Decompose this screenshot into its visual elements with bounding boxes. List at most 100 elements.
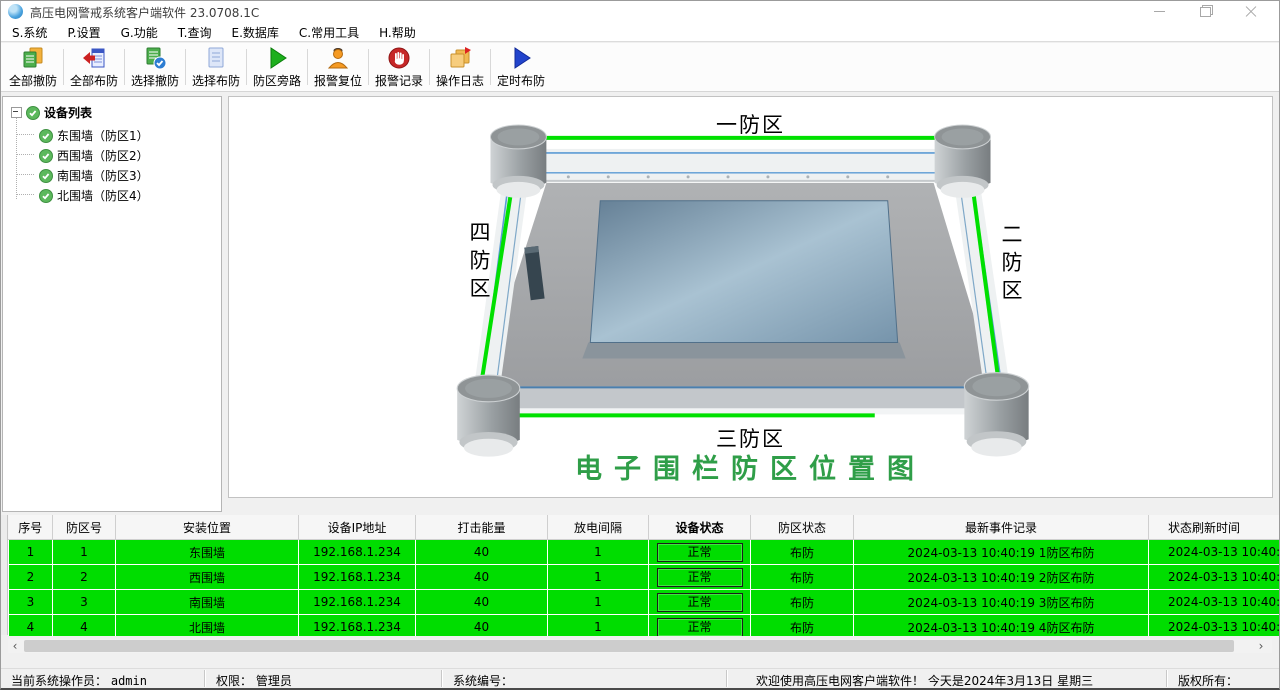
form-arm-all-icon xyxy=(81,46,107,71)
disarm-all-button[interactable]: 全部撤防 xyxy=(4,43,62,91)
menu-item-settings[interactable]: P.设置 xyxy=(57,24,110,41)
operator-value: admin xyxy=(111,674,147,688)
alarm-records-button[interactable]: 报警记录 xyxy=(370,43,428,91)
menu-item-database[interactable]: E.数据库 xyxy=(221,24,288,41)
col-header-0[interactable]: 序号 xyxy=(9,515,53,540)
check-circle-icon xyxy=(39,189,53,203)
col-header-2[interactable]: 安装位置 xyxy=(116,515,299,540)
table-cell: 西围墙 xyxy=(116,565,299,590)
device-tree-panel: 设备列表 东围墙（防区1） 西围墙（防区2） 南围墙（防区3） 北围墙（防区4） xyxy=(2,96,222,512)
table-cell: 4 xyxy=(9,615,53,637)
table-cell: 2 xyxy=(53,565,116,590)
restore-button[interactable] xyxy=(1182,0,1228,23)
copyright-label: 版权所有： xyxy=(1178,672,1238,689)
minimize-icon xyxy=(1154,11,1165,12)
device-status-box: 正常 xyxy=(657,568,743,587)
table-row[interactable]: 22西围墙192.168.1.234401正常布防2024-03-13 10:4… xyxy=(9,565,1280,590)
table-cell: 2024-03-13 10:40:1 xyxy=(1149,540,1280,565)
permission-label: 权限： 管理员 xyxy=(216,672,292,689)
col-header-5[interactable]: 放电间隔 xyxy=(548,515,649,540)
table-row[interactable]: 33南围墙192.168.1.234401正常布防2024-03-13 10:4… xyxy=(9,590,1280,615)
timed-arm-button[interactable]: 定时布防 xyxy=(492,43,550,91)
col-header-9[interactable]: 状态刷新时间 xyxy=(1149,515,1280,540)
tree-item-label: 东围墙（防区1） xyxy=(57,127,149,144)
toolbar-separator xyxy=(368,49,369,85)
table-cell: 4 xyxy=(53,615,116,637)
fence-diagram-panel: 一防区 二防区 三防区 四防区 电子围栏防区位置图 xyxy=(228,96,1273,498)
device-status-box: 正常 xyxy=(657,593,743,612)
toolbar-separator xyxy=(124,49,125,85)
device-status-box: 正常 xyxy=(657,543,743,562)
col-header-3[interactable]: 设备IP地址 xyxy=(299,515,416,540)
table-cell: 2024-03-13 10:40:19 2防区布防 xyxy=(854,565,1149,590)
select-arm-button[interactable]: 选择布防 xyxy=(187,43,245,91)
scrollbar-thumb[interactable] xyxy=(24,640,1234,652)
table-cell: 1 xyxy=(53,540,116,565)
menu-item-query[interactable]: T.查询 xyxy=(168,24,222,41)
table-cell: 1 xyxy=(548,590,649,615)
welcome-message: 欢迎使用高压电网客户端软件！ 今天是2024年3月13日 星期三 xyxy=(756,672,1093,689)
table-row[interactable]: 11东围墙192.168.1.234401正常布防2024-03-13 10:4… xyxy=(9,540,1280,565)
restore-icon xyxy=(1200,7,1211,17)
page-select-arm-icon xyxy=(203,46,229,71)
col-header-6[interactable]: 设备状态 xyxy=(649,515,751,540)
scroll-right-icon[interactable]: › xyxy=(1254,639,1268,653)
table-cell: 2 xyxy=(9,565,53,590)
table-cell: 2024-03-13 10:40:1 xyxy=(1149,565,1280,590)
tree-item-label: 南围墙（防区3） xyxy=(57,167,149,184)
operation-log-button[interactable]: 操作日志 xyxy=(431,43,489,91)
tree-item-zone1[interactable]: 东围墙（防区1） xyxy=(39,127,149,144)
toolbar-separator xyxy=(63,49,64,85)
table-cell: 2024-03-13 10:40:19 3防区布防 xyxy=(854,590,1149,615)
minimize-button[interactable] xyxy=(1136,0,1182,23)
table-cell: 正常 xyxy=(649,540,751,565)
zone-status-table-wrap: 序号防区号安装位置设备IP地址打击能量放电间隔设备状态防区状态最新事件记录状态刷… xyxy=(8,515,1280,636)
table-cell: 2024-03-13 10:40:19 4防区布防 xyxy=(854,615,1149,637)
collapse-icon[interactable] xyxy=(11,107,22,118)
check-circle-icon xyxy=(39,149,53,163)
check-circle-icon xyxy=(39,169,53,183)
col-header-7[interactable]: 防区状态 xyxy=(751,515,854,540)
arm-all-button[interactable]: 全部布防 xyxy=(65,43,123,91)
table-cell: 2024-03-13 10:40:19 1防区布防 xyxy=(854,540,1149,565)
tree-root-device-list[interactable]: 设备列表 xyxy=(11,104,92,121)
menu-item-tools[interactable]: C.常用工具 xyxy=(289,24,369,41)
table-cell: 192.168.1.234 xyxy=(299,590,416,615)
system-id-label: 系统编号： xyxy=(453,672,513,689)
col-header-1[interactable]: 防区号 xyxy=(53,515,116,540)
zone-label-2: 二防区 xyxy=(996,223,1026,323)
tree-item-zone2[interactable]: 西围墙（防区2） xyxy=(39,147,149,164)
menu-item-help[interactable]: H.帮助 xyxy=(369,24,426,41)
table-cell: 192.168.1.234 xyxy=(299,540,416,565)
scroll-left-icon[interactable]: ‹ xyxy=(8,639,22,653)
table-cell: 1 xyxy=(548,540,649,565)
zone-bypass-button[interactable]: 防区旁路 xyxy=(248,43,306,91)
table-cell: 2024-03-13 10:40:1 xyxy=(1149,590,1280,615)
diagram-caption: 电子围栏防区位置图 xyxy=(229,447,1272,486)
tree-connector xyxy=(16,174,34,175)
table-cell: 1 xyxy=(9,540,53,565)
toolbar-separator xyxy=(429,49,430,85)
col-header-4[interactable]: 打击能量 xyxy=(416,515,548,540)
col-header-8[interactable]: 最新事件记录 xyxy=(854,515,1149,540)
table-cell: 布防 xyxy=(751,615,854,637)
alarm-reset-button[interactable]: 报警复位 xyxy=(309,43,367,91)
zone-label-1: 一防区 xyxy=(229,109,1272,139)
close-icon xyxy=(1245,6,1257,18)
table-cell: 1 xyxy=(548,565,649,590)
toolbar: 全部撤防 全部布防 选择撤防 选择布防 防区旁路 报警复位 报警记录 操作日志 xyxy=(0,43,1280,92)
tree-connector xyxy=(16,117,17,199)
statusbar-divider xyxy=(1166,670,1167,687)
table-row[interactable]: 44北围墙192.168.1.234401正常布防2024-03-13 10:4… xyxy=(9,615,1280,637)
toolbar-separator xyxy=(246,49,247,85)
menu-item-system[interactable]: S.系统 xyxy=(2,24,57,41)
tree-item-zone3[interactable]: 南围墙（防区3） xyxy=(39,167,149,184)
window-title: 高压电网警戒系统客户端软件 23.0708.1C xyxy=(30,4,259,21)
tree-item-zone4[interactable]: 北围墙（防区4） xyxy=(39,187,149,204)
select-disarm-button[interactable]: 选择撤防 xyxy=(126,43,184,91)
close-button[interactable] xyxy=(1228,0,1274,23)
menu-item-functions[interactable]: G.功能 xyxy=(111,24,168,41)
horizontal-scrollbar[interactable]: ‹ › xyxy=(8,639,1272,653)
tree-connector xyxy=(16,154,34,155)
check-select-disarm-icon xyxy=(142,46,168,71)
